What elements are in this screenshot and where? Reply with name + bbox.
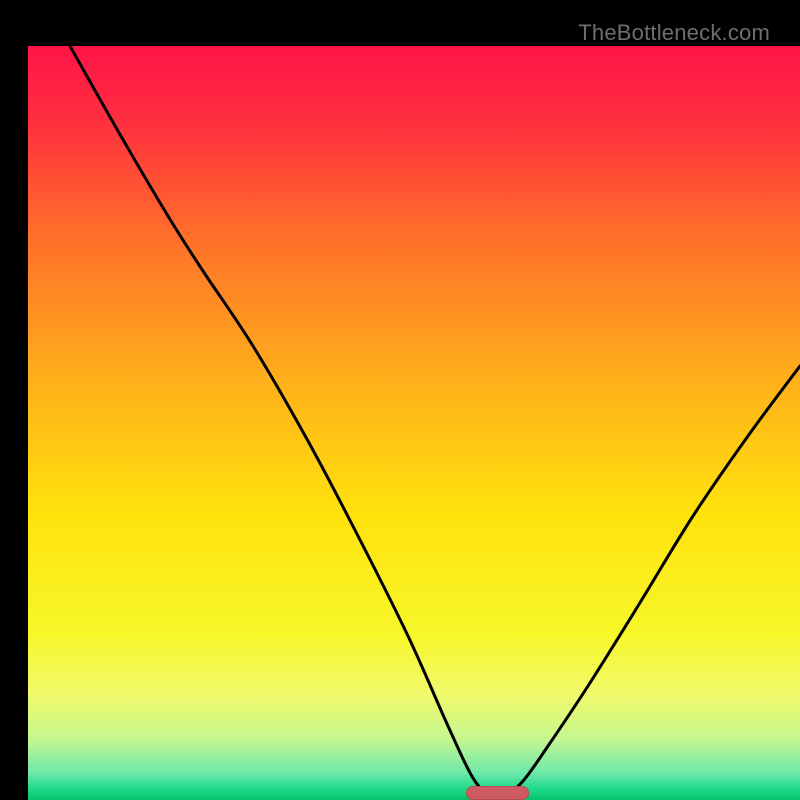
chart-frame: TheBottleneck.com: [14, 14, 786, 786]
optimal-marker: [466, 786, 529, 800]
attribution-text: TheBottleneck.com: [578, 20, 770, 46]
plot-area: [28, 46, 800, 800]
bottleneck-curve: [28, 46, 800, 800]
